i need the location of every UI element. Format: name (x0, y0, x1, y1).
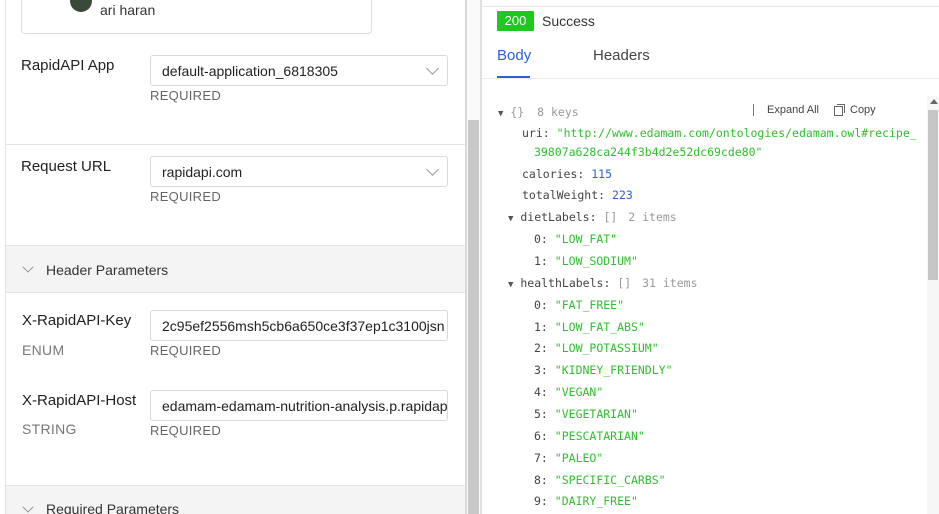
rapidapi-app-value: default-application_6818305 (162, 63, 338, 79)
rapidapi-app-required: REQUIRED (150, 88, 222, 103)
request-panel: ari haran RapidAPI App default-applicati… (0, 0, 481, 514)
collapse-toggle-icon[interactable]: ▼ (508, 214, 513, 224)
status-text: Success (542, 13, 595, 29)
section-title: Header Parameters (46, 262, 169, 278)
json-field-uri: uri: "http://www.edamam.com/ontologies/e… (522, 126, 917, 140)
status-badge: 200 (497, 11, 534, 31)
x-rapidapi-host-input[interactable]: edamam-edamam-nutrition-analysis.p.rapid… (150, 390, 448, 421)
list-item: 3: "KIDNEY_FRIENDLY" (534, 363, 673, 377)
json-field-totalweight: totalWeight: 223 (522, 188, 633, 202)
json-root[interactable]: ▼ {} 8 keys (498, 104, 579, 120)
x-rapidapi-host-type: STRING (22, 421, 77, 437)
response-panel: 200 Success Body Headers Expand All Copy… (482, 0, 939, 514)
list-item: 4: "VEGAN" (534, 385, 604, 399)
chevron-down-icon (426, 163, 439, 176)
collapse-toggle-icon[interactable]: ▼ (498, 109, 503, 119)
x-rapidapi-key-type: ENUM (22, 342, 65, 358)
request-url-select[interactable]: rapidapi.com (150, 156, 448, 187)
x-rapidapi-key-label: X-RapidAPI-Key (22, 312, 132, 329)
tab-headers[interactable]: Headers (593, 47, 650, 64)
divider (482, 6, 939, 7)
x-rapidapi-key-value: 2c95ef2556msh5cb6a650ce3f37ep1c3100jsn (162, 318, 445, 334)
x-rapidapi-key-required: REQUIRED (150, 343, 222, 358)
json-field-calories: calories: 115 (522, 167, 613, 181)
scroll-up-arrow-icon[interactable] (930, 99, 938, 104)
rapidapi-app-label: RapidAPI App (21, 57, 115, 74)
avatar (70, 0, 92, 12)
x-rapidapi-host-required: REQUIRED (150, 423, 222, 438)
request-url-required: REQUIRED (150, 189, 222, 204)
list-item: 5: "VEGETARIAN" (534, 407, 638, 421)
user-name: ari haran (100, 2, 156, 18)
section-title: Required Parameters (46, 501, 180, 514)
rapidapi-app-select[interactable]: default-application_6818305 (150, 55, 448, 86)
x-rapidapi-key-input[interactable]: 2c95ef2556msh5cb6a650ce3f37ep1c3100jsn (150, 310, 448, 341)
json-field-uri-cont: 39807a628ca244f3b4d2e52dc69cde80" (534, 145, 763, 159)
required-parameters-section[interactable]: Required Parameters (6, 485, 465, 514)
x-rapidapi-host-label: X-RapidAPI-Host (22, 392, 137, 409)
divider (6, 144, 465, 145)
list-item: 6: "PESCATARIAN" (534, 429, 645, 443)
json-field-healthlabels[interactable]: ▼ healthLabels: [] 31 items (508, 275, 698, 291)
x-rapidapi-host-value: edamam-edamam-nutrition-analysis.p.rapid… (162, 398, 448, 414)
chevron-down-icon (426, 62, 439, 75)
divider (482, 78, 939, 79)
tab-body[interactable]: Body (497, 47, 531, 64)
list-item: 0: "LOW_FAT" (534, 232, 618, 246)
list-item: 8: "SPECIFIC_CARBS" (534, 473, 666, 487)
user-account-box[interactable]: ari haran (21, 0, 372, 34)
chevron-down-icon (22, 501, 34, 513)
left-scrollbar-thumb[interactable] (468, 120, 479, 514)
list-item: 2: "LOW_POTASSIUM" (534, 341, 659, 355)
request-url-value: rapidapi.com (162, 164, 243, 180)
list-item: 7: "PALEO" (534, 451, 604, 465)
response-scrollbar-thumb[interactable] (928, 110, 938, 280)
request-url-label: Request URL (21, 158, 112, 175)
chevron-down-icon (22, 261, 34, 273)
header-parameters-section[interactable]: Header Parameters (6, 245, 465, 293)
list-item: 1: "LOW_FAT_ABS" (534, 320, 645, 334)
json-viewer: ▼ {} 8 keys uri: "http://www.edamam.com/… (482, 96, 925, 514)
json-field-dietlabels[interactable]: ▼ dietLabels: [] 2 items (508, 209, 677, 225)
list-item: 9: "DAIRY_FREE" (534, 494, 638, 508)
list-item: 1: "LOW_SODIUM" (534, 254, 638, 268)
collapse-toggle-icon[interactable]: ▼ (508, 280, 513, 290)
list-item: 0: "FAT_FREE" (534, 298, 625, 312)
